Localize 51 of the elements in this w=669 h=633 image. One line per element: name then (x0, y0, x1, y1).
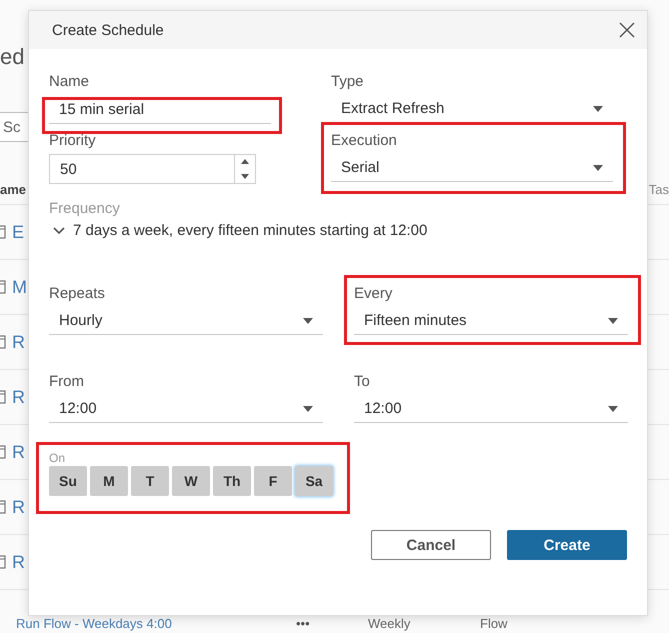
create-button[interactable]: Create (507, 530, 627, 560)
number-input[interactable]: 50 (49, 154, 256, 184)
schedule-link[interactable]: R (12, 496, 25, 518)
field-label: From (49, 373, 85, 392)
name-input[interactable]: 15 min serial (49, 95, 271, 124)
close-icon[interactable] (619, 22, 635, 38)
day-toggle[interactable]: Su (49, 466, 87, 496)
schedule-link[interactable]: E (12, 222, 24, 242)
day-toggle[interactable]: W (172, 466, 210, 496)
dropdown-arrow-icon (608, 318, 618, 324)
dropdown-select[interactable]: Extract Refresh (331, 95, 613, 123)
day-toggle[interactable]: Th (213, 466, 251, 496)
dropdown-arrow-icon (303, 318, 313, 324)
day-toggle[interactable]: F (254, 466, 292, 496)
cancel-button[interactable]: Cancel (371, 530, 491, 560)
dropdown-arrow-icon (608, 406, 618, 412)
field-label: On (49, 451, 66, 466)
field-label: Name (49, 73, 90, 92)
column-header: ame (0, 182, 26, 199)
dropdown-select[interactable]: 12:00 (354, 395, 628, 423)
chevron-down-icon[interactable] (53, 226, 65, 234)
field-label: Every (354, 285, 394, 304)
dropdown-select[interactable]: Serial (331, 154, 613, 182)
dropdown-select[interactable]: Hourly (49, 307, 323, 335)
day-toggle[interactable]: Sa (295, 466, 333, 496)
schedule-link[interactable]: R (12, 442, 25, 462)
table-cell: Flow (480, 617, 508, 631)
schedule-link[interactable]: R (12, 332, 25, 352)
field-label: Priority (49, 132, 97, 151)
field-label: To (354, 373, 371, 392)
page-heading: ed (0, 44, 24, 71)
field-label: Type (331, 73, 365, 92)
schedule-link[interactable]: R (12, 552, 25, 572)
schedule-link[interactable]: Run Flow - Weekdays 4:00 (16, 617, 296, 631)
dialog-title: Create Schedule (52, 22, 164, 38)
dropdown-arrow-icon (303, 406, 313, 412)
column-header: Tas (648, 182, 669, 199)
field-label: Repeats (49, 285, 106, 304)
schedule-link[interactable]: M (12, 276, 27, 298)
dropdown-arrow-icon (593, 164, 603, 170)
day-toggle[interactable]: T (131, 466, 169, 496)
dropdown-select[interactable]: Fifteen minutes (354, 307, 628, 335)
dropdown-select[interactable]: 12:00 (49, 395, 323, 423)
schedule-link[interactable]: R (12, 386, 25, 408)
table-cell-text: Weekly (368, 617, 412, 631)
dropdown-arrow-icon (593, 106, 603, 112)
frequency-summary: 7 days a week, every fifteen minutes starting at 12:00 (73, 222, 428, 239)
field-label: Frequency (49, 200, 121, 219)
field-label: Execution (331, 132, 398, 151)
day-toggle[interactable]: M (90, 466, 128, 496)
more-actions-button[interactable]: ••• (296, 617, 368, 631)
